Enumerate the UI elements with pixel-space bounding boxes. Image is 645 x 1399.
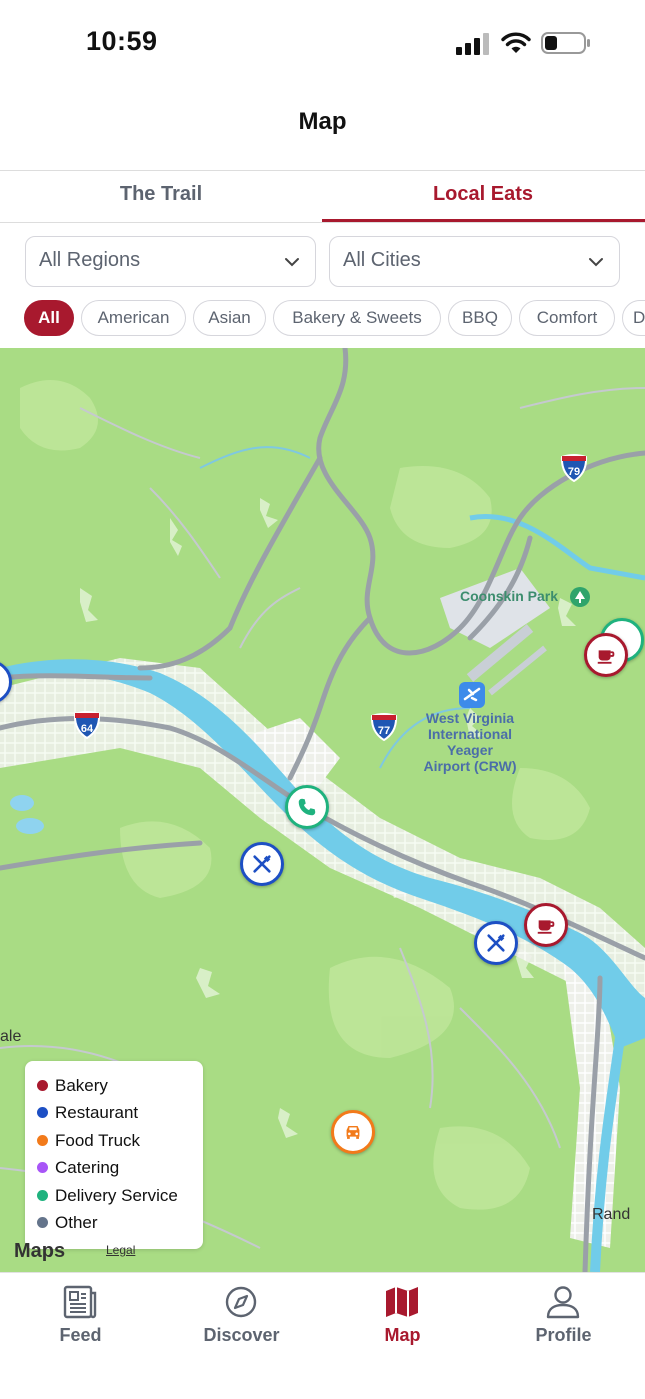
svg-text:64: 64 bbox=[81, 723, 94, 735]
status-time: 10:59 bbox=[86, 26, 158, 56]
legend-item-restaurant: Restaurant bbox=[37, 1103, 138, 1127]
region-select-value: All Regions bbox=[39, 249, 141, 271]
interstate-77-shield: 77 bbox=[370, 713, 398, 742]
active-tab-indicator bbox=[322, 219, 645, 222]
chevron-down-icon bbox=[589, 258, 603, 267]
legend-item-catering: Catering bbox=[37, 1158, 119, 1182]
compass-icon bbox=[225, 1286, 257, 1318]
city-select-value: All Cities bbox=[343, 249, 421, 271]
legend-item-food-truck: Food Truck bbox=[37, 1131, 140, 1155]
nav-label-profile: Profile bbox=[535, 1325, 592, 1345]
battery-icon bbox=[541, 32, 590, 54]
chevron-down-icon bbox=[285, 258, 299, 267]
chip-partial[interactable]: D bbox=[622, 300, 645, 336]
legend-item-bakery: Bakery bbox=[37, 1076, 108, 1100]
map-legend: Bakery Restaurant Food Truck Catering De… bbox=[25, 1061, 203, 1249]
map-icon bbox=[386, 1287, 418, 1317]
tab-local-eats[interactable]: Local Eats bbox=[322, 171, 644, 222]
maps-attribution-logo: Maps bbox=[14, 1240, 66, 1262]
chip-bakery-sweets[interactable]: Bakery & Sweets bbox=[273, 300, 441, 336]
map-pin-bakery[interactable] bbox=[524, 903, 568, 947]
park-label: Coonskin Park bbox=[460, 588, 559, 604]
map-pin-restaurant[interactable] bbox=[240, 842, 284, 886]
map-pin-delivery[interactable] bbox=[285, 785, 329, 829]
map-pin-bakery[interactable] bbox=[584, 633, 628, 677]
chip-american[interactable]: American bbox=[81, 300, 186, 336]
nav-item-profile[interactable]: Profile bbox=[483, 1273, 644, 1353]
wifi-icon bbox=[501, 32, 531, 53]
tab-the-trail[interactable]: The Trail bbox=[0, 171, 322, 222]
region-select[interactable]: All Regions bbox=[25, 236, 316, 287]
legend-item-delivery-service: Delivery Service bbox=[37, 1186, 178, 1210]
svg-text:79: 79 bbox=[568, 466, 580, 478]
tree-icon bbox=[570, 587, 590, 607]
map-pin-restaurant[interactable] bbox=[474, 921, 518, 965]
city-select[interactable]: All Cities bbox=[329, 236, 620, 287]
status-bar: 10:59 bbox=[0, 0, 645, 90]
newspaper-icon bbox=[63, 1285, 97, 1319]
nav-label-map: Map bbox=[384, 1325, 421, 1345]
bottom-nav: Feed Discover Map Profile bbox=[0, 1272, 645, 1399]
town-label-left: ale bbox=[0, 1028, 22, 1045]
category-chips: All American Asian Bakery & Sweets BBQ C… bbox=[0, 300, 645, 338]
chip-asian[interactable]: Asian bbox=[193, 300, 266, 336]
interstate-79-shield: 79 bbox=[560, 454, 588, 483]
legal-link[interactable]: Legal bbox=[106, 1243, 135, 1257]
legend-item-other: Other bbox=[37, 1213, 98, 1237]
car-icon bbox=[346, 1126, 360, 1139]
header: Map bbox=[0, 90, 645, 171]
town-label-right: Rand bbox=[592, 1206, 631, 1223]
nav-item-feed[interactable]: Feed bbox=[0, 1273, 161, 1353]
svg-text:77: 77 bbox=[378, 725, 390, 737]
interstate-64-shield: 64 bbox=[73, 711, 101, 740]
chip-comfort[interactable]: Comfort bbox=[519, 300, 615, 336]
coffee-cup-icon bbox=[597, 650, 615, 664]
chip-bbq[interactable]: BBQ bbox=[448, 300, 512, 336]
fork-knife-icon bbox=[487, 934, 505, 952]
airport-label: West Virginia International Yeager Airpo… bbox=[423, 710, 517, 774]
signal-icon bbox=[456, 33, 489, 55]
nav-label-discover: Discover bbox=[203, 1325, 280, 1345]
nav-item-map[interactable]: Map bbox=[322, 1273, 483, 1353]
chip-all[interactable]: All bbox=[24, 300, 74, 336]
nav-item-discover[interactable]: Discover bbox=[161, 1273, 322, 1353]
page-title: Map bbox=[298, 108, 347, 135]
coffee-cup-icon bbox=[537, 920, 555, 934]
nav-label-feed: Feed bbox=[59, 1325, 102, 1345]
segment-tabs: The Trail Local Eats bbox=[0, 171, 645, 223]
airport-icon bbox=[459, 682, 485, 708]
fork-knife-icon bbox=[253, 855, 271, 873]
map-pin-food-truck[interactable] bbox=[331, 1110, 375, 1154]
person-icon bbox=[546, 1286, 580, 1319]
phone-icon bbox=[298, 798, 316, 816]
